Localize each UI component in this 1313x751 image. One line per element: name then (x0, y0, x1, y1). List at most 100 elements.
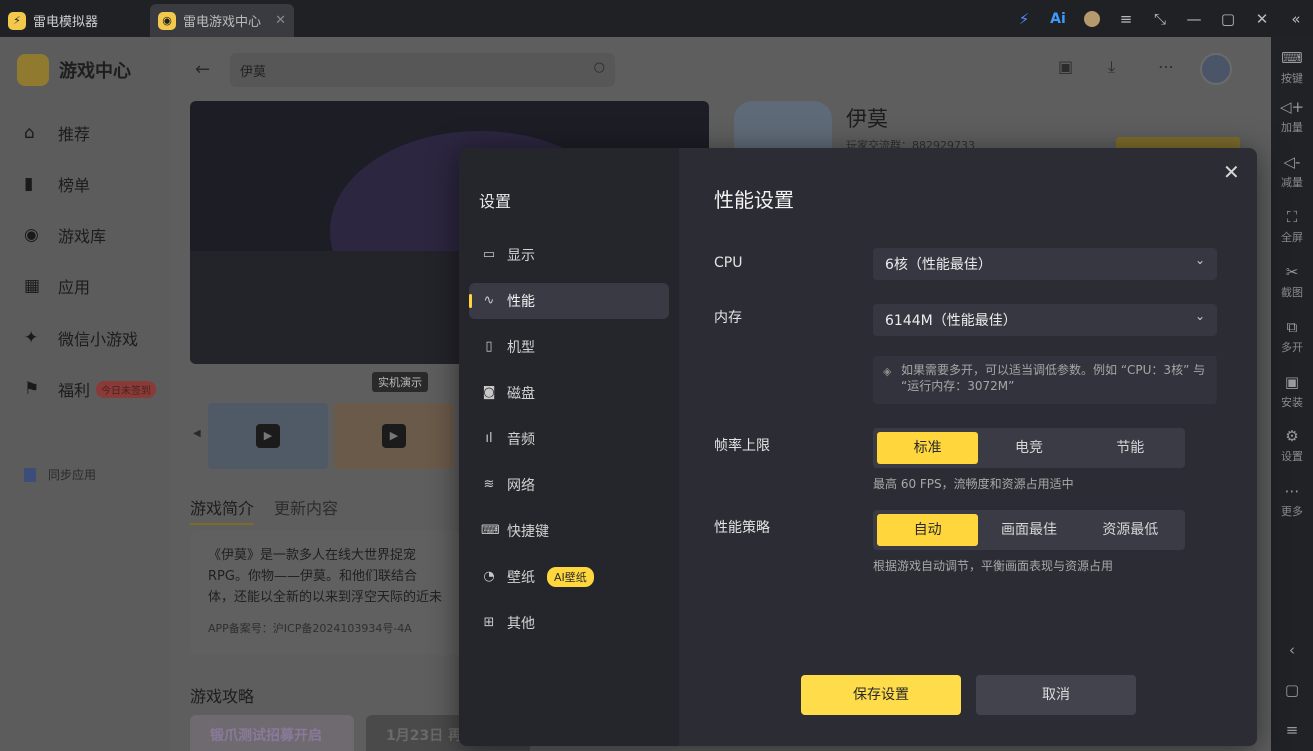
recent-apps-icon: ≡ (1285, 721, 1299, 739)
tab-updates[interactable]: 更新内容 (274, 495, 338, 525)
close-tab-icon[interactable]: ✕ (275, 13, 286, 28)
toolbar-screenshot[interactable]: ✂ 截图 (1271, 263, 1313, 300)
demo-tag: 实机演示 (372, 372, 428, 392)
sidebar-item-recommend[interactable]: ⌂ 推荐 (24, 121, 90, 145)
save-button[interactable]: 保存设置 (801, 675, 961, 715)
settings-nav-network[interactable]: ≋ 网络 (469, 467, 669, 503)
fps-segmented-control: 标准 电竞 节能 (873, 428, 1185, 468)
chevron-down-icon: ⌄ (1194, 253, 1205, 267)
prev-arrow-icon[interactable]: ◀ (193, 428, 201, 439)
settings-nav-other[interactable]: ⊞ 其他 (469, 605, 669, 641)
mini-game-icon: ✦ (24, 328, 39, 348)
android-home[interactable]: ▢ (1271, 681, 1313, 702)
toolbar-keymap[interactable]: ⌨ 按键 (1271, 49, 1313, 86)
toolbar-fullscreen[interactable]: ⛶ 全屏 (1271, 208, 1313, 245)
memory-value: 6144M（性能最佳） (885, 313, 1017, 329)
settings-nav-label: 其他 (507, 616, 535, 632)
download-icon[interactable]: ⤓ (1108, 57, 1158, 77)
fps-option-standard[interactable]: 标准 (877, 432, 979, 464)
brand: 游戏中心 (17, 54, 131, 86)
sidebar-item-mini-games[interactable]: ✦ 微信小游戏 (24, 326, 138, 350)
cpu-label: CPU (714, 255, 743, 271)
settings-nav-audio[interactable]: ıl 音频 (469, 421, 669, 457)
settings-nav-performance[interactable]: ∿ 性能 (469, 283, 669, 319)
strategy-option-lowest-resource[interactable]: 资源最低 (1080, 514, 1181, 546)
tab-game-center[interactable]: ◉ 雷电游戏中心 ✕ (150, 4, 294, 37)
thumbnail-2[interactable]: ▶ (334, 403, 454, 469)
settings-nav-label: 音频 (507, 432, 535, 448)
calendar-bolt-icon[interactable]: ▣ (1058, 57, 1108, 77)
minimize-icon[interactable]: — (1177, 10, 1211, 28)
settings-nav-wallpaper[interactable]: ◔ 壁纸 AI壁纸 (469, 559, 669, 595)
sidebar-item-label: 福利 (58, 381, 91, 400)
maximize-icon[interactable]: ▢ (1211, 10, 1245, 28)
settings-nav-disk[interactable]: ◙ 磁盘 (469, 375, 669, 411)
sidebar-item-apps[interactable]: ▦ 应用 (24, 274, 90, 298)
settings-nav-shortcuts[interactable]: ⌨ 快捷键 (469, 513, 669, 549)
sidebar-item-label: 应用 (58, 278, 91, 297)
android-back[interactable]: ‹ (1271, 641, 1313, 662)
memory-select[interactable]: 6144M（性能最佳） ⌄ (873, 304, 1217, 336)
android-recents[interactable]: ≡ (1271, 721, 1313, 742)
intro-text: 《伊莫》是一款多人在线大世界捉宠RPG。你物——伊莫。和他们联结合体，还能以全新… (208, 548, 442, 605)
strategy-segmented-control: 自动 画面最佳 资源最低 (873, 510, 1185, 550)
play-icon: ▶ (382, 424, 406, 448)
settings-nav-display[interactable]: ▭ 显示 (469, 237, 669, 273)
cancel-button[interactable]: 取消 (976, 675, 1136, 715)
sidebar-item-ranking[interactable]: ▮ 榜单 (24, 172, 90, 196)
toolbar-volume-down[interactable]: ◁- 减量 (1271, 153, 1313, 190)
settings-dialog: 设置 ▭ 显示 ∿ 性能 ▯ 机型 ◙ 磁盘 ıl 音频 ≋ 网络 ⌨ 快捷键 (459, 148, 1257, 746)
cpu-select[interactable]: 6核（性能最佳） ⌄ (873, 248, 1217, 280)
display-icon: ▭ (482, 247, 496, 262)
bolt-icon[interactable]: ⚡ (1007, 10, 1041, 28)
toolbar-more[interactable]: ⋯ 更多 (1271, 482, 1313, 519)
close-icon[interactable]: ✕ (1245, 10, 1279, 28)
home-icon: ⌂ (24, 123, 35, 143)
tab-label: 雷电游戏中心 (183, 15, 262, 30)
toolbar-volume-up[interactable]: ◁+ 加量 (1271, 98, 1313, 135)
volume-up-icon: ◁+ (1279, 98, 1305, 116)
user-avatar[interactable] (1200, 53, 1232, 85)
thumbnail-1[interactable]: ▶ (208, 403, 328, 469)
keyboard-icon: ⌨ (481, 523, 500, 538)
media-thumbnails: ◀ ▶ ▶ (190, 401, 460, 471)
guide-card[interactable]: 锻爪测试招募开启 (190, 715, 354, 751)
shrink-icon[interactable]: ⤡ (1143, 10, 1177, 28)
ai-icon[interactable]: Ai (1041, 11, 1075, 27)
title-bar: ⚡ 雷电模拟器 ◉ 雷电游戏中心 ✕ ⚡ Ai ≡ ⤡ — ▢ ✕ « (0, 0, 1313, 37)
ai-wallpaper-badge: AI壁纸 (547, 567, 594, 587)
back-arrow-icon[interactable]: ← (195, 59, 210, 80)
audio-icon: ıl (485, 431, 493, 446)
settings-nav: 设置 ▭ 显示 ∿ 性能 ▯ 机型 ◙ 磁盘 ıl 音频 ≋ 网络 ⌨ 快捷键 (459, 148, 679, 746)
menu-icon[interactable]: ≡ (1109, 10, 1143, 28)
intro-box: 《伊莫》是一款多人在线大世界捉宠RPG。你物——伊莫。和他们联结合体，还能以全新… (190, 531, 460, 655)
collapse-icon[interactable]: « (1279, 10, 1313, 28)
performance-icon: ∿ (483, 293, 495, 308)
toolbar-multi-instance[interactable]: ⧉ 多开 (1271, 318, 1313, 355)
sidebar-item-library[interactable]: ◉ 游戏库 (24, 223, 106, 247)
sidebar-item-welfare[interactable]: ⚑ 福利 今日未签到 (24, 377, 157, 401)
tab-emulator[interactable]: ⚡ 雷电模拟器 (8, 4, 148, 37)
fps-option-power-save[interactable]: 节能 (1080, 432, 1181, 464)
toolbar-install[interactable]: ▣ 安装 (1271, 373, 1313, 410)
strategy-option-auto[interactable]: 自动 (877, 514, 979, 546)
search-input[interactable]: 伊莫 ○ (230, 53, 615, 87)
fps-option-esports[interactable]: 电竞 (978, 432, 1079, 464)
wifi-icon: ≋ (483, 477, 495, 492)
sync-label: 同步应用 (48, 468, 97, 482)
tab-intro[interactable]: 游戏简介 (190, 495, 255, 525)
panel-title: 性能设置 (714, 188, 794, 212)
volume-down-icon: ◁- (1283, 153, 1301, 171)
game-center-logo-icon: ◉ (158, 11, 176, 30)
guide-title: 游戏攻略 (190, 687, 255, 706)
apk-install-icon: ▣ (1284, 373, 1300, 391)
avatar-icon[interactable] (1075, 10, 1109, 28)
settings-nav-model[interactable]: ▯ 机型 (469, 329, 669, 365)
close-icon[interactable]: ✕ (1223, 160, 1240, 184)
sync-apps-link[interactable]: 同步应用 (24, 466, 96, 483)
search-icon[interactable]: ○ (594, 60, 605, 75)
strategy-option-best-quality[interactable]: 画面最佳 (978, 514, 1079, 546)
toolbar-label: 安装 (1281, 396, 1303, 409)
emulator-toolbar: ⌨ 按键 ◁+ 加量 ◁- 减量 ⛶ 全屏 ✂ 截图 ⧉ 多开 ▣ 安装 ⚙ 设… (1271, 37, 1313, 751)
toolbar-settings[interactable]: ⚙ 设置 (1271, 427, 1313, 464)
